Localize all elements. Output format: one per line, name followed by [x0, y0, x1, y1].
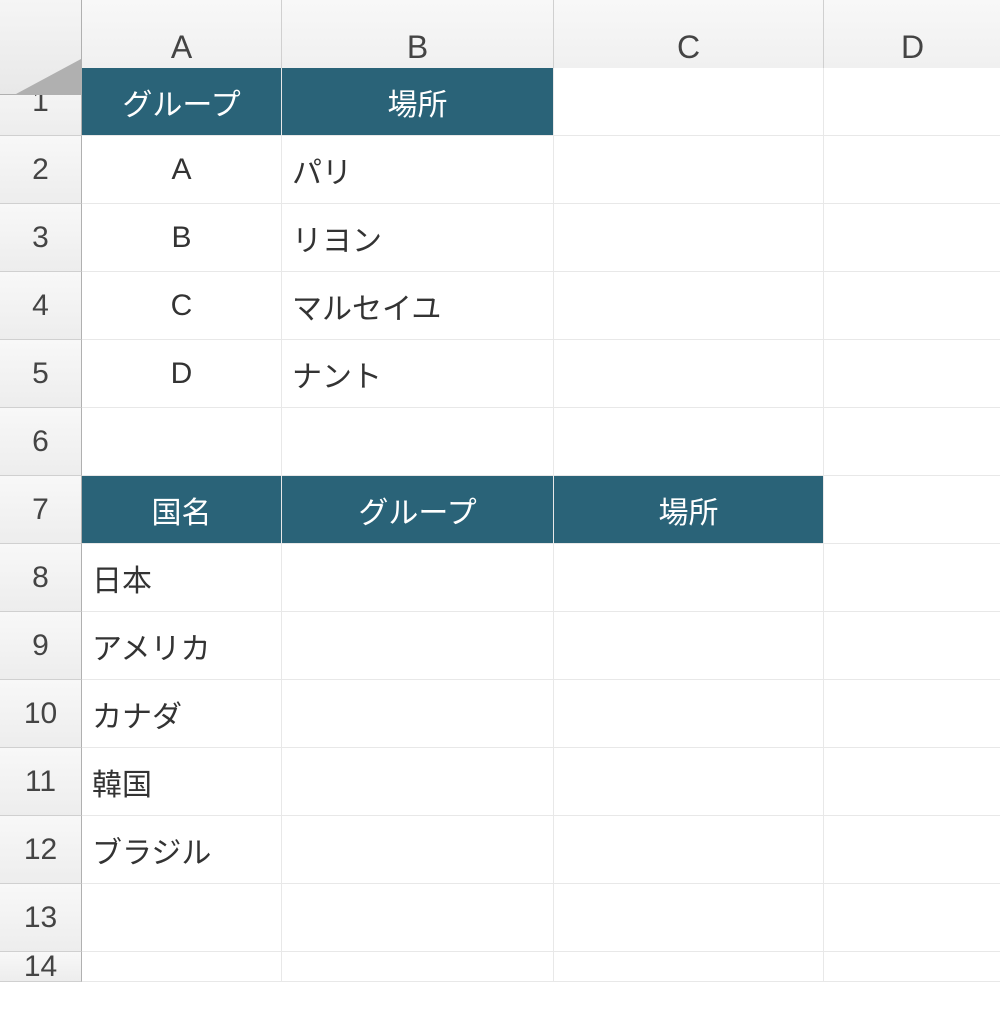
cell-d1[interactable] — [824, 68, 1000, 136]
cell-a9[interactable]: アメリカ — [82, 612, 282, 680]
cell-a1[interactable]: グループ — [82, 68, 282, 136]
row-header-4[interactable]: 4 — [0, 272, 82, 340]
cell-c4[interactable] — [554, 272, 824, 340]
cell-a11[interactable]: 韓国 — [82, 748, 282, 816]
cell-d7[interactable] — [824, 476, 1000, 544]
cell-d8[interactable] — [824, 544, 1000, 612]
cell-a4[interactable]: C — [82, 272, 282, 340]
cell-b3[interactable]: リヨン — [282, 204, 554, 272]
cell-b1[interactable]: 場所 — [282, 68, 554, 136]
select-all-corner[interactable] — [0, 0, 82, 95]
cell-a3[interactable]: B — [82, 204, 282, 272]
cell-d12[interactable] — [824, 816, 1000, 884]
cell-d2[interactable] — [824, 136, 1000, 204]
cell-a8[interactable]: 日本 — [82, 544, 282, 612]
cell-d4[interactable] — [824, 272, 1000, 340]
cell-a13[interactable] — [82, 884, 282, 952]
cell-a6[interactable] — [82, 408, 282, 476]
cell-c8[interactable] — [554, 544, 824, 612]
row-header-8[interactable]: 8 — [0, 544, 82, 612]
cell-c2[interactable] — [554, 136, 824, 204]
cell-b13[interactable] — [282, 884, 554, 952]
cell-b9[interactable] — [282, 612, 554, 680]
cell-c11[interactable] — [554, 748, 824, 816]
cell-c5[interactable] — [554, 340, 824, 408]
cell-d9[interactable] — [824, 612, 1000, 680]
cell-a5[interactable]: D — [82, 340, 282, 408]
cell-a7[interactable]: 国名 — [82, 476, 282, 544]
cell-b8[interactable] — [282, 544, 554, 612]
cell-b2[interactable]: パリ — [282, 136, 554, 204]
row-header-13[interactable]: 13 — [0, 884, 82, 952]
row-header-9[interactable]: 9 — [0, 612, 82, 680]
row-header-5[interactable]: 5 — [0, 340, 82, 408]
cell-d5[interactable] — [824, 340, 1000, 408]
cell-a14[interactable] — [82, 952, 282, 982]
cell-d14[interactable] — [824, 952, 1000, 982]
cell-d10[interactable] — [824, 680, 1000, 748]
cell-d11[interactable] — [824, 748, 1000, 816]
cell-c10[interactable] — [554, 680, 824, 748]
row-header-14[interactable]: 14 — [0, 952, 82, 982]
cell-c3[interactable] — [554, 204, 824, 272]
cell-b7[interactable]: グループ — [282, 476, 554, 544]
spreadsheet-grid[interactable]: A B C D 1 グループ 場所 2 A パリ 3 B リヨン 4 C マルセ… — [0, 0, 1000, 1020]
cell-b4[interactable]: マルセイユ — [282, 272, 554, 340]
cell-d13[interactable] — [824, 884, 1000, 952]
cell-c12[interactable] — [554, 816, 824, 884]
row-header-12[interactable]: 12 — [0, 816, 82, 884]
row-header-6[interactable]: 6 — [0, 408, 82, 476]
row-header-10[interactable]: 10 — [0, 680, 82, 748]
cell-b11[interactable] — [282, 748, 554, 816]
cell-c6[interactable] — [554, 408, 824, 476]
row-header-2[interactable]: 2 — [0, 136, 82, 204]
cell-a12[interactable]: ブラジル — [82, 816, 282, 884]
cell-b6[interactable] — [282, 408, 554, 476]
cell-a2[interactable]: A — [82, 136, 282, 204]
cell-b14[interactable] — [282, 952, 554, 982]
cell-c14[interactable] — [554, 952, 824, 982]
row-header-7[interactable]: 7 — [0, 476, 82, 544]
cell-d3[interactable] — [824, 204, 1000, 272]
row-header-3[interactable]: 3 — [0, 204, 82, 272]
cell-b12[interactable] — [282, 816, 554, 884]
cell-a10[interactable]: カナダ — [82, 680, 282, 748]
cell-c1[interactable] — [554, 68, 824, 136]
cell-c7[interactable]: 場所 — [554, 476, 824, 544]
cell-b10[interactable] — [282, 680, 554, 748]
cell-b5[interactable]: ナント — [282, 340, 554, 408]
cell-d6[interactable] — [824, 408, 1000, 476]
cell-c13[interactable] — [554, 884, 824, 952]
cell-c9[interactable] — [554, 612, 824, 680]
row-header-11[interactable]: 11 — [0, 748, 82, 816]
